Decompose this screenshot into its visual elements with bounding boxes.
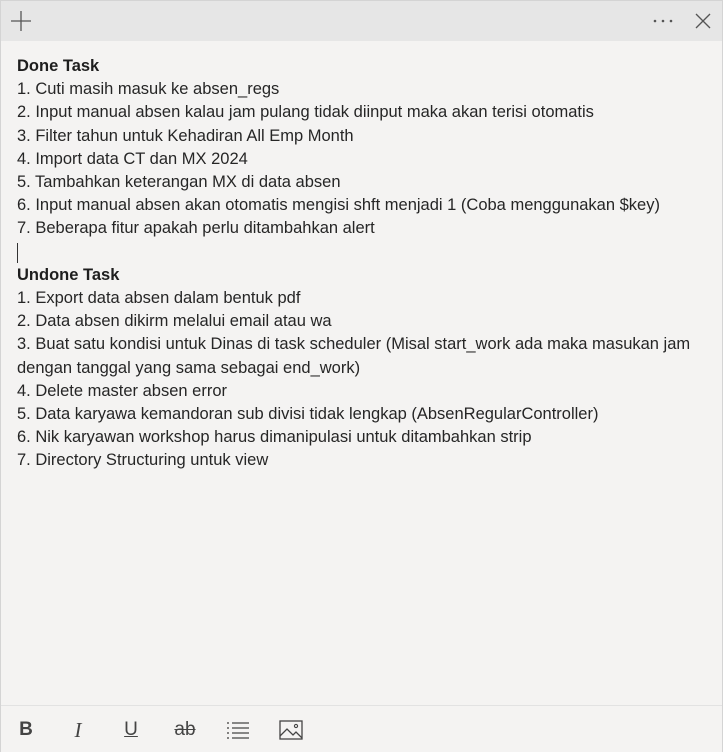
close-icon bbox=[695, 13, 711, 29]
list-item: 1. Export data absen dalam bentuk pdf bbox=[17, 289, 301, 308]
list-item: 3. Filter tahun untuk Kehadiran All Emp … bbox=[17, 126, 354, 145]
done-task-heading: Done Task bbox=[17, 57, 100, 75]
text-caret bbox=[17, 242, 18, 263]
list-item: 7. Beberapa fitur apakah perlu ditambahk… bbox=[17, 219, 375, 238]
italic-button[interactable]: I bbox=[63, 716, 93, 744]
new-note-button[interactable] bbox=[1, 1, 41, 41]
bullet-list-button[interactable] bbox=[223, 716, 253, 744]
list-item: 4. Delete master absen error bbox=[17, 381, 228, 400]
list-item: 6. Nik karyawan workshop harus dimanipul… bbox=[17, 428, 532, 447]
list-item: 2. Input manual absen kalau jam pulang t… bbox=[17, 103, 594, 122]
empty-line bbox=[17, 241, 707, 264]
format-toolbar: B I U ab bbox=[1, 705, 722, 752]
title-bar bbox=[1, 1, 722, 41]
insert-image-button[interactable] bbox=[276, 716, 306, 744]
undone-task-heading: Undone Task bbox=[17, 265, 120, 284]
list-item: 6. Input manual absen akan otomatis meng… bbox=[17, 196, 660, 215]
list-item: 7. Directory Structuring untuk view bbox=[17, 451, 269, 470]
list-item: 3. Buat satu kondisi untuk Dinas di task… bbox=[17, 335, 691, 377]
list-item: 2. Data absen dikirm melalui email atau … bbox=[17, 312, 332, 331]
underline-button[interactable]: U bbox=[116, 716, 146, 744]
sticky-note-window: Done Task 1. Cuti masih masuk ke absen_r… bbox=[0, 0, 723, 752]
bullet-list-icon bbox=[227, 722, 249, 739]
bold-button[interactable]: B bbox=[11, 716, 41, 744]
more-icon bbox=[653, 19, 673, 23]
image-icon bbox=[279, 720, 303, 740]
list-item: 4. Import data CT dan MX 2024 bbox=[17, 149, 248, 168]
strikethrough-button[interactable]: ab bbox=[170, 716, 200, 744]
list-item: 5. Tambahkan keterangan MX di data absen bbox=[17, 173, 341, 192]
plus-icon bbox=[11, 11, 31, 31]
list-item: 5. Data karyawa kemandoran sub divisi ti… bbox=[17, 405, 599, 424]
close-button[interactable] bbox=[683, 1, 723, 41]
list-item: 1. Cuti masih masuk ke absen_regs bbox=[17, 80, 280, 99]
more-options-button[interactable] bbox=[643, 1, 683, 41]
note-body[interactable]: Done Task 1. Cuti masih masuk ke absen_r… bbox=[17, 55, 707, 473]
